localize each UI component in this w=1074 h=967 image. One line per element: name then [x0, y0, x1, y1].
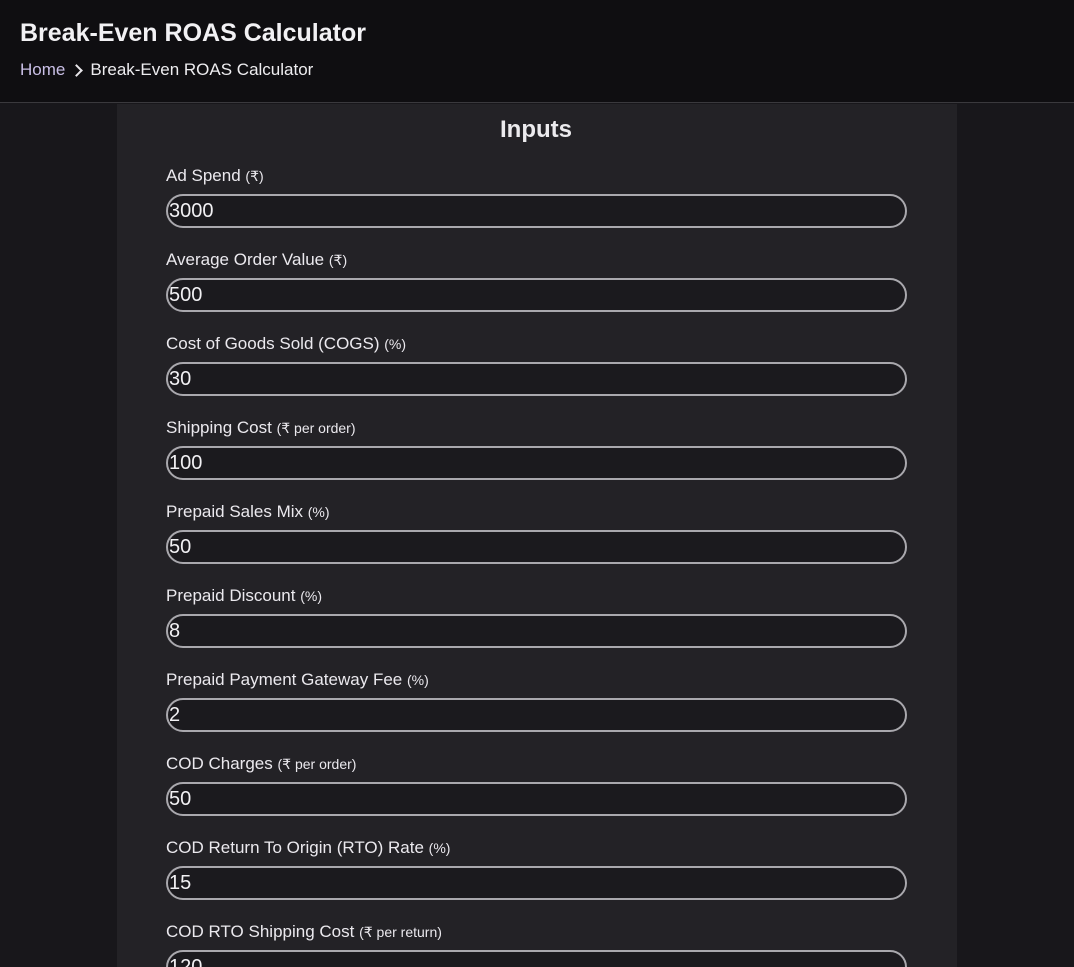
cod-charges-label: COD Charges (₹ per order) — [166, 754, 907, 774]
shipping-cost-label: Shipping Cost (₹ per order) — [166, 418, 907, 438]
breadcrumb-current: Break-Even ROAS Calculator — [90, 60, 314, 79]
chevron-right-icon — [70, 63, 84, 77]
cogs-field: Cost of Goods Sold (COGS) (%) — [166, 334, 907, 396]
field-label-text: Ad Spend — [166, 166, 241, 185]
prepaid-gateway-fee-label: Prepaid Payment Gateway Fee (%) — [166, 670, 907, 690]
right-gutter — [957, 104, 1074, 967]
prepaid-sales-mix-input[interactable] — [166, 530, 907, 564]
ad-spend-label: Ad Spend (₹) — [166, 166, 907, 186]
average-order-value-label: Average Order Value (₹) — [166, 250, 907, 270]
field-unit: (₹) — [245, 168, 264, 184]
prepaid-sales-mix-field: Prepaid Sales Mix (%) — [166, 502, 907, 564]
cod-rto-rate-field: COD Return To Origin (RTO) Rate (%) — [166, 838, 907, 900]
cod-rto-shipping-cost-label: COD RTO Shipping Cost (₹ per return) — [166, 922, 907, 942]
field-unit: (₹ per order) — [277, 756, 357, 772]
inputs-heading: Inputs — [500, 116, 572, 143]
field-unit: (%) — [406, 672, 429, 688]
field-unit: (%) — [428, 840, 451, 856]
cod-rto-shipping-cost-input[interactable] — [166, 950, 907, 967]
field-unit: (%) — [300, 588, 322, 604]
ad-spend-input[interactable] — [166, 194, 907, 228]
cod-rto-rate-label: COD Return To Origin (RTO) Rate (%) — [166, 838, 907, 858]
cod-rto-shipping-cost-field: COD RTO Shipping Cost (₹ per return) — [166, 922, 907, 967]
prepaid-discount-input[interactable] — [166, 614, 907, 648]
cod-charges-input[interactable] — [166, 782, 907, 816]
field-label-text: Prepaid Sales Mix — [166, 502, 304, 521]
field-label-text: Average Order Value — [166, 250, 325, 269]
app-header: Break-Even ROAS Calculator Home Break-Ev… — [0, 0, 1074, 103]
prepaid-gateway-fee-input[interactable] — [166, 698, 907, 732]
cod-charges-field: COD Charges (₹ per order) — [166, 754, 907, 816]
field-label-text: COD Charges — [166, 754, 273, 773]
cogs-input[interactable] — [166, 362, 907, 396]
field-unit: (%) — [307, 504, 330, 520]
page-title: Break-Even ROAS Calculator — [20, 19, 366, 47]
prepaid-discount-field: Prepaid Discount (%) — [166, 586, 907, 648]
left-gutter — [0, 104, 117, 967]
field-label-text: Shipping Cost — [166, 418, 272, 437]
breadcrumb-home-link[interactable]: Home — [20, 60, 65, 80]
field-unit: (₹ per order) — [276, 420, 356, 436]
field-unit: (%) — [384, 336, 407, 352]
field-label-text: COD Return To Origin (RTO) Rate — [166, 838, 424, 857]
breadcrumb: Home Break-Even ROAS Calculator — [20, 60, 313, 80]
cogs-label: Cost of Goods Sold (COGS) (%) — [166, 334, 907, 354]
field-label-text: Prepaid Discount — [166, 586, 296, 605]
field-unit: (₹ per return) — [359, 924, 442, 940]
average-order-value-input[interactable] — [166, 278, 907, 312]
prepaid-gateway-fee-field: Prepaid Payment Gateway Fee (%) — [166, 670, 907, 732]
prepaid-discount-label: Prepaid Discount (%) — [166, 586, 907, 606]
field-label-text: Prepaid Payment Gateway Fee — [166, 670, 403, 689]
field-label-text: Cost of Goods Sold (COGS) — [166, 334, 380, 353]
shipping-cost-input[interactable] — [166, 446, 907, 480]
field-label-text: COD RTO Shipping Cost — [166, 922, 355, 941]
shipping-cost-field: Shipping Cost (₹ per order) — [166, 418, 907, 480]
inputs-panel: Inputs Ad Spend (₹) Average Order Value … — [117, 104, 957, 967]
ad-spend-field: Ad Spend (₹) — [166, 166, 907, 228]
field-unit: (₹) — [328, 252, 348, 268]
prepaid-sales-mix-label: Prepaid Sales Mix (%) — [166, 502, 907, 522]
average-order-value-field: Average Order Value (₹) — [166, 250, 907, 312]
cod-rto-rate-input[interactable] — [166, 866, 907, 900]
